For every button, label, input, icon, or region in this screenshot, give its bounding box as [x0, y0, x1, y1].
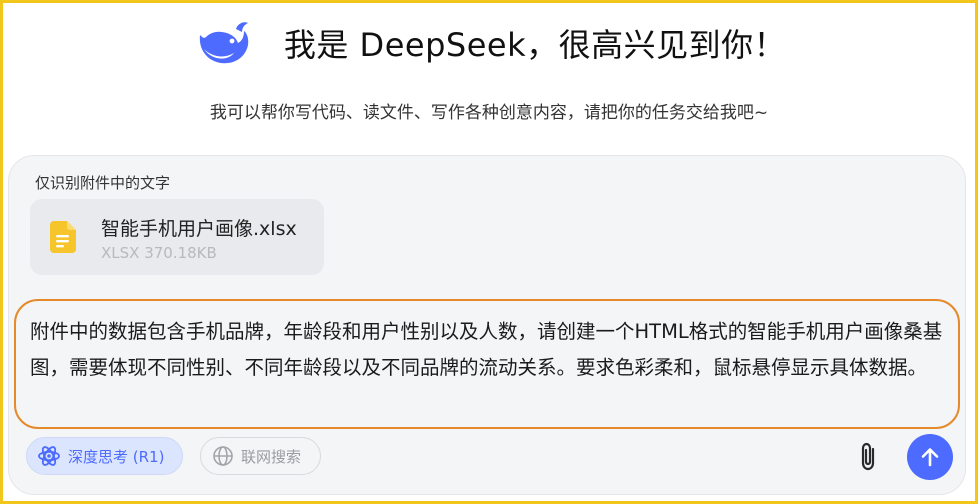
prompt-input[interactable]: 附件中的数据包含手机品牌，年龄段和用户性别以及人数，请创建一个HTML格式的智能… [14, 299, 960, 429]
welcome-header: 我是 DeepSeek，很高兴见到你！ [0, 12, 978, 74]
deepseek-whale-icon [199, 22, 249, 64]
deep-think-button[interactable]: 深度思考 (R1) [26, 437, 183, 475]
attachment-file-name: 智能手机用户画像.xlsx [101, 218, 297, 240]
web-search-button[interactable]: 联网搜索 [200, 437, 321, 475]
atom-icon [38, 446, 60, 466]
page-title: 我是 DeepSeek，很高兴见到你！ [283, 26, 787, 64]
arrow-up-icon [921, 448, 939, 467]
web-search-label: 联网搜索 [241, 447, 302, 466]
chat-composer: 仅识别附件中的文字 智能手机用户画像.xlsx XLSX 370.18KB 附件… [8, 155, 966, 495]
deep-think-label: 深度思考 (R1) [68, 447, 165, 466]
attachment-file-meta: XLSX 370.18KB [101, 244, 217, 262]
document-file-icon [50, 221, 76, 253]
attachment-hint: 仅识别附件中的文字 [35, 174, 171, 192]
page-subtitle: 我可以帮你写代码、读文件、写作各种创意内容，请把你的任务交给我吧~ [209, 103, 769, 123]
attachment-file-card[interactable]: 智能手机用户画像.xlsx XLSX 370.18KB [30, 199, 324, 275]
send-button[interactable] [907, 434, 953, 480]
prompt-text[interactable]: 附件中的数据包含手机品牌，年龄段和用户性别以及人数，请创建一个HTML格式的智能… [30, 314, 948, 386]
globe-icon [213, 446, 233, 466]
paperclip-icon[interactable] [855, 441, 883, 473]
